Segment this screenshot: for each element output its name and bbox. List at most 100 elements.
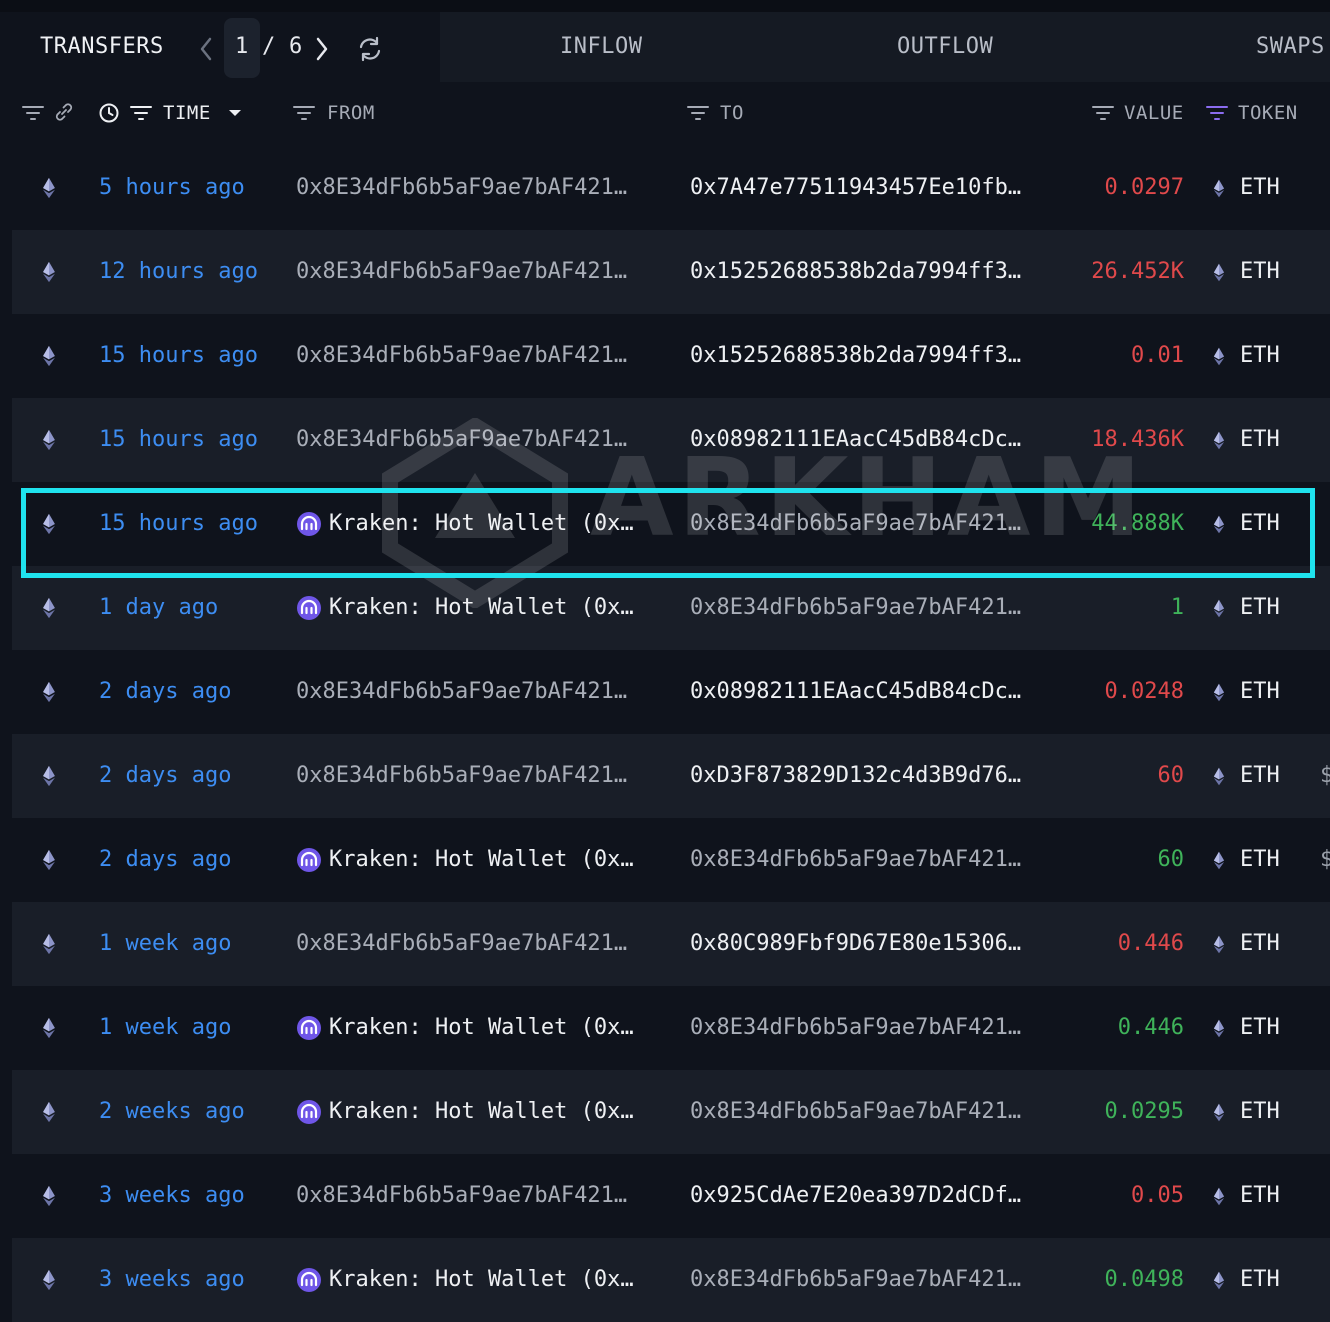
row-from[interactable]: 0x8E34dFb6b5aF9ae7bAF421… bbox=[296, 398, 670, 482]
from-filter-icon[interactable] bbox=[293, 104, 315, 122]
row-to[interactable]: 0x7A47e77511943457Ee10fb… bbox=[690, 146, 1064, 230]
column-from[interactable]: FROM bbox=[327, 82, 375, 144]
value-filter-icon[interactable] bbox=[1092, 104, 1114, 122]
table-row[interactable]: 2 weeks ago Kraken: Hot Wallet (0x… 0x8E3… bbox=[12, 1070, 1330, 1154]
tab-inflow[interactable]: INFLOW bbox=[560, 12, 642, 82]
row-from[interactable]: 0x8E34dFb6b5aF9ae7bAF421… bbox=[296, 650, 670, 734]
row-from[interactable]: Kraken: Hot Wallet (0x… bbox=[329, 818, 669, 902]
row-token[interactable]: ETH bbox=[1240, 146, 1310, 230]
row-token[interactable]: ETH bbox=[1240, 482, 1310, 566]
table-row[interactable]: 15 hours ago 0x8E34dFb6b5aF9ae7bAF421… 0x1… bbox=[12, 314, 1330, 398]
row-from[interactable]: 0x8E34dFb6b5aF9ae7bAF421… bbox=[296, 902, 670, 986]
row-to[interactable]: 0x80C989Fbf9D67E80e15306… bbox=[690, 902, 1064, 986]
row-time[interactable]: 1 week ago bbox=[99, 986, 289, 1070]
row-token[interactable]: ETH bbox=[1240, 986, 1310, 1070]
row-token[interactable]: ETH bbox=[1240, 902, 1310, 986]
row-to[interactable]: 0x8E34dFb6b5aF9ae7bAF421… bbox=[690, 1070, 1064, 1154]
token-eth-icon bbox=[1213, 1103, 1225, 1121]
link-icon[interactable] bbox=[53, 101, 75, 123]
chevron-left-icon[interactable] bbox=[198, 36, 214, 62]
row-from[interactable]: Kraken: Hot Wallet (0x… bbox=[329, 1238, 669, 1322]
row-to[interactable]: 0x8E34dFb6b5aF9ae7bAF421… bbox=[690, 818, 1064, 902]
row-time[interactable]: 15 hours ago bbox=[99, 398, 289, 482]
token-filter-icon[interactable] bbox=[1206, 104, 1228, 122]
row-to[interactable]: 0x925CdAe7E20ea397D2dCDf… bbox=[690, 1154, 1064, 1238]
row-value: 60 bbox=[1157, 847, 1185, 872]
table-row[interactable]: 1 week ago Kraken: Hot Wallet (0x… 0x8E34… bbox=[12, 986, 1330, 1070]
token-eth-icon bbox=[1213, 347, 1225, 365]
table-row[interactable]: 3 weeks ago Kraken: Hot Wallet (0x… 0x8E3… bbox=[12, 1238, 1330, 1322]
row-to[interactable]: 0x8E34dFb6b5aF9ae7bAF421… bbox=[690, 1238, 1064, 1322]
column-token[interactable]: TOKEN bbox=[1238, 82, 1298, 144]
table-row[interactable]: 15 hours ago Kraken: Hot Wallet (0x… 0x8E… bbox=[12, 482, 1330, 566]
row-from[interactable]: Kraken: Hot Wallet (0x… bbox=[329, 986, 669, 1070]
table-row[interactable]: 12 hours ago 0x8E34dFb6b5aF9ae7bAF421… 0x1… bbox=[12, 230, 1330, 314]
to-filter-icon[interactable] bbox=[687, 104, 709, 122]
row-to[interactable]: 0x8E34dFb6b5aF9ae7bAF421… bbox=[690, 482, 1064, 566]
column-to[interactable]: TO bbox=[720, 82, 744, 144]
filter-icon[interactable] bbox=[22, 104, 44, 122]
row-time[interactable]: 2 days ago bbox=[99, 734, 289, 818]
table-row[interactable]: 1 week ago 0x8E34dFb6b5aF9ae7bAF421… 0x80C… bbox=[12, 902, 1330, 986]
row-token[interactable]: ETH bbox=[1240, 230, 1310, 314]
table-row[interactable]: 5 hours ago 0x8E34dFb6b5aF9ae7bAF421… 0x7A… bbox=[12, 146, 1330, 230]
row-token[interactable]: ETH bbox=[1240, 398, 1310, 482]
row-token[interactable]: ETH bbox=[1240, 566, 1310, 650]
row-usd-edge: $ bbox=[1320, 847, 1330, 872]
row-from[interactable]: Kraken: Hot Wallet (0x… bbox=[329, 482, 669, 566]
row-token[interactable]: ETH bbox=[1240, 1070, 1310, 1154]
row-time[interactable]: 2 days ago bbox=[99, 650, 289, 734]
tab-outflow[interactable]: OUTFLOW bbox=[897, 12, 993, 82]
column-time[interactable]: TIME bbox=[163, 82, 211, 144]
time-filter-icon[interactable] bbox=[130, 104, 152, 122]
table-row[interactable]: 1 day ago Kraken: Hot Wallet (0x… 0x8E34d… bbox=[12, 566, 1330, 650]
row-from[interactable]: Kraken: Hot Wallet (0x… bbox=[329, 1070, 669, 1154]
row-time[interactable]: 5 hours ago bbox=[99, 146, 289, 230]
row-time[interactable]: 2 days ago bbox=[99, 818, 289, 902]
row-to[interactable]: 0xD3F873829D132c4d3B9d76… bbox=[690, 734, 1064, 818]
row-token[interactable]: ETH bbox=[1240, 650, 1310, 734]
row-time[interactable]: 3 weeks ago bbox=[99, 1154, 289, 1238]
row-to[interactable]: 0x08982111EAacC45dB84cDc… bbox=[690, 650, 1064, 734]
page-current[interactable]: 1 bbox=[235, 12, 248, 82]
kraken-logo-icon bbox=[297, 596, 321, 620]
tab-transfers-label[interactable]: TRANSFERS bbox=[40, 12, 164, 82]
table-row[interactable]: 2 days ago 0x8E34dFb6b5aF9ae7bAF421… 0xD3F… bbox=[12, 734, 1330, 818]
table-row[interactable]: 2 days ago Kraken: Hot Wallet (0x… 0x8E34… bbox=[12, 818, 1330, 902]
row-token[interactable]: ETH bbox=[1240, 1154, 1310, 1238]
row-token[interactable]: ETH bbox=[1240, 1238, 1310, 1322]
row-from[interactable]: 0x8E34dFb6b5aF9ae7bAF421… bbox=[296, 1154, 670, 1238]
column-value[interactable]: VALUE bbox=[1124, 82, 1184, 144]
row-to[interactable]: 0x8E34dFb6b5aF9ae7bAF421… bbox=[690, 986, 1064, 1070]
row-time[interactable]: 15 hours ago bbox=[99, 314, 289, 398]
row-token[interactable]: ETH bbox=[1240, 734, 1310, 818]
tab-swaps[interactable]: SWAPS bbox=[1256, 12, 1325, 82]
kraken-logo-icon bbox=[297, 1016, 321, 1040]
clock-icon[interactable] bbox=[98, 102, 120, 124]
table-row[interactable]: 15 hours ago 0x8E34dFb6b5aF9ae7bAF421… 0x0… bbox=[12, 398, 1330, 482]
row-value: 18.436K bbox=[1091, 427, 1184, 452]
row-time[interactable]: 3 weeks ago bbox=[99, 1238, 289, 1322]
row-time[interactable]: 12 hours ago bbox=[99, 230, 289, 314]
row-to[interactable]: 0x8E34dFb6b5aF9ae7bAF421… bbox=[690, 566, 1064, 650]
sort-down-icon[interactable] bbox=[227, 108, 243, 118]
row-time[interactable]: 1 week ago bbox=[99, 902, 289, 986]
row-from[interactable]: 0x8E34dFb6b5aF9ae7bAF421… bbox=[296, 146, 670, 230]
refresh-icon[interactable] bbox=[356, 35, 384, 63]
row-from[interactable]: 0x8E34dFb6b5aF9ae7bAF421… bbox=[296, 314, 670, 398]
row-to[interactable]: 0x15252688538b2da7994ff3… bbox=[690, 314, 1064, 398]
row-time[interactable]: 1 day ago bbox=[99, 566, 289, 650]
table-row[interactable]: 2 days ago 0x8E34dFb6b5aF9ae7bAF421… 0x089… bbox=[12, 650, 1330, 734]
table-row[interactable]: 3 weeks ago 0x8E34dFb6b5aF9ae7bAF421… 0x92… bbox=[12, 1154, 1330, 1238]
token-eth-icon bbox=[1213, 1187, 1225, 1205]
row-from[interactable]: 0x8E34dFb6b5aF9ae7bAF421… bbox=[296, 734, 670, 818]
row-time[interactable]: 2 weeks ago bbox=[99, 1070, 289, 1154]
row-from[interactable]: 0x8E34dFb6b5aF9ae7bAF421… bbox=[296, 230, 670, 314]
chevron-right-icon[interactable] bbox=[314, 36, 330, 62]
row-to[interactable]: 0x15252688538b2da7994ff3… bbox=[690, 230, 1064, 314]
row-token[interactable]: ETH bbox=[1240, 818, 1310, 902]
row-token[interactable]: ETH bbox=[1240, 314, 1310, 398]
row-from[interactable]: Kraken: Hot Wallet (0x… bbox=[329, 566, 669, 650]
row-to[interactable]: 0x08982111EAacC45dB84cDc… bbox=[690, 398, 1064, 482]
row-time[interactable]: 15 hours ago bbox=[99, 482, 289, 566]
